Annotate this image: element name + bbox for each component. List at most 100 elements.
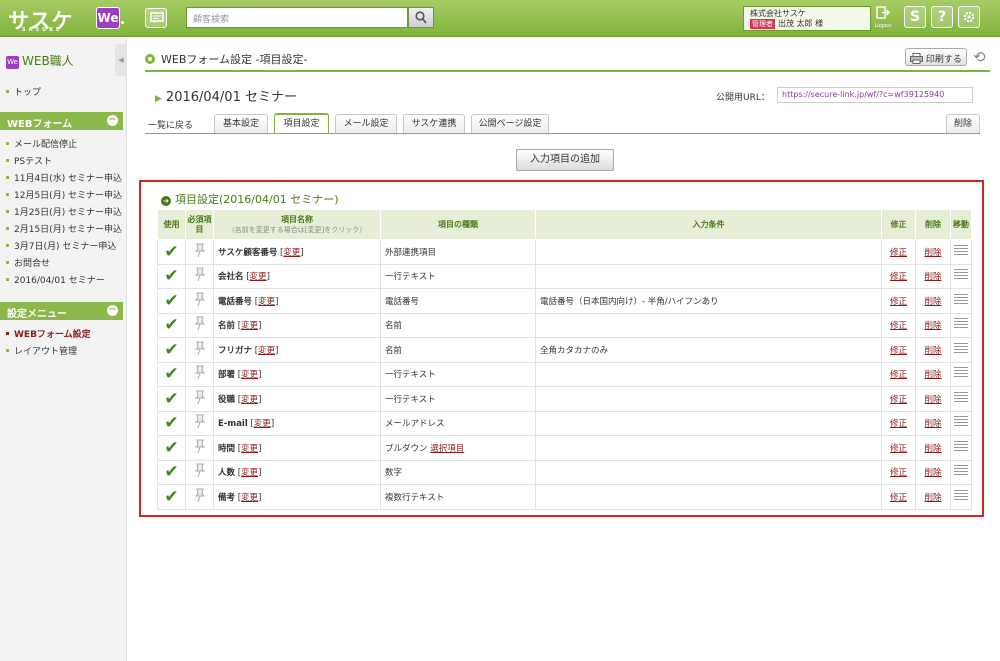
sidebar-collapse-button[interactable]: ◀ [115, 44, 127, 76]
sidebar-item-webform[interactable]: 3月7日(月) セミナー申込 [6, 239, 116, 252]
edit-link[interactable]: 修正 [890, 272, 907, 282]
required-cell[interactable] [185, 459, 214, 485]
delete-link[interactable]: 削除 [924, 395, 941, 405]
customer-search-input[interactable]: 顧客検索 [186, 7, 408, 28]
required-cell[interactable] [185, 410, 214, 436]
move-cell[interactable] [950, 435, 972, 461]
delete-link[interactable]: 削除 [924, 444, 941, 454]
edit-link[interactable]: 修正 [890, 370, 907, 380]
use-cell[interactable]: ✔ [157, 410, 186, 436]
add-item-button[interactable]: 入力項目の追加 [516, 149, 614, 171]
required-cell[interactable] [185, 435, 214, 461]
we-app-badge[interactable]: We [96, 7, 120, 29]
minus-icon[interactable]: − [107, 115, 118, 126]
checkmark-icon[interactable]: ✔ [164, 266, 178, 286]
move-cell[interactable] [950, 239, 972, 265]
required-cell[interactable] [185, 337, 214, 363]
delete-link[interactable]: 削除 [924, 370, 941, 380]
change-name-link[interactable]: 変更 [283, 248, 300, 258]
change-name-link[interactable]: 変更 [241, 321, 258, 331]
message-button[interactable] [145, 8, 167, 28]
sidebar-item-webform[interactable]: 2016/04/01 セミナー [6, 273, 105, 286]
sidebar-heading-settings[interactable]: 設定メニュー − [0, 302, 123, 320]
delete-link[interactable]: 削除 [924, 493, 941, 503]
required-cell[interactable] [185, 263, 214, 289]
sidebar-item-top[interactable]: トップ [6, 85, 41, 98]
change-name-link[interactable]: 変更 [241, 444, 258, 454]
drag-handle-icon[interactable] [954, 489, 968, 501]
required-cell[interactable] [185, 361, 214, 387]
use-cell[interactable]: ✔ [157, 239, 186, 265]
use-cell[interactable]: ✔ [157, 386, 186, 412]
move-cell[interactable] [950, 386, 972, 412]
delete-link[interactable]: 削除 [924, 321, 941, 331]
help-button[interactable]: ? [931, 6, 953, 28]
change-name-link[interactable]: 変更 [241, 468, 258, 478]
delete-link[interactable]: 削除 [924, 272, 941, 282]
checkmark-icon[interactable]: ✔ [164, 340, 178, 360]
use-cell[interactable]: ✔ [157, 312, 186, 338]
use-cell[interactable]: ✔ [157, 459, 186, 485]
change-name-link[interactable]: 変更 [258, 346, 275, 356]
edit-link[interactable]: 修正 [890, 395, 907, 405]
required-cell[interactable] [185, 312, 214, 338]
drag-handle-icon[interactable] [954, 465, 968, 477]
checkmark-icon[interactable]: ✔ [164, 291, 178, 311]
sidebar-item-webform[interactable]: 12月5日(月) セミナー申込 [6, 188, 122, 201]
drag-handle-icon[interactable] [954, 293, 968, 305]
delete-link[interactable]: 削除 [924, 346, 941, 356]
checkmark-icon[interactable]: ✔ [164, 438, 178, 458]
logout-button[interactable]: Logout [873, 6, 893, 31]
checkmark-icon[interactable]: ✔ [164, 389, 178, 409]
sidebar-item-webform[interactable]: 2月15日(月) セミナー申込 [6, 222, 122, 235]
sidebar-item-webform-settings[interactable]: WEBフォーム設定 [6, 327, 91, 340]
change-name-link[interactable]: 変更 [250, 272, 267, 282]
move-cell[interactable] [950, 337, 972, 363]
drag-handle-icon[interactable] [954, 269, 968, 281]
edit-link[interactable]: 修正 [890, 346, 907, 356]
tab-item-settings[interactable]: 項目設定 [274, 113, 329, 133]
edit-link[interactable]: 修正 [890, 444, 907, 454]
required-cell[interactable] [185, 484, 214, 510]
sidebar-item-webform[interactable]: PSテスト [6, 154, 52, 167]
change-name-link[interactable]: 変更 [241, 370, 258, 380]
sidebar-item-webform[interactable]: 1月25日(月) セミナー申込 [6, 205, 122, 218]
delete-link[interactable]: 削除 [924, 248, 941, 258]
tab-public-page-settings[interactable]: 公開ページ設定 [471, 114, 549, 133]
use-cell[interactable]: ✔ [157, 361, 186, 387]
minus-icon[interactable]: − [107, 305, 118, 316]
drag-handle-icon[interactable] [954, 440, 968, 452]
change-name-link[interactable]: 変更 [241, 395, 258, 405]
edit-link[interactable]: 修正 [890, 493, 907, 503]
edit-link[interactable]: 修正 [890, 419, 907, 429]
use-cell[interactable]: ✔ [157, 337, 186, 363]
edit-link[interactable]: 修正 [890, 321, 907, 331]
use-cell[interactable]: ✔ [157, 484, 186, 510]
use-cell[interactable]: ✔ [157, 435, 186, 461]
delete-link[interactable]: 削除 [924, 468, 941, 478]
change-name-link[interactable]: 変更 [258, 297, 275, 307]
drag-handle-icon[interactable] [954, 318, 968, 330]
checkmark-icon[interactable]: ✔ [164, 462, 178, 482]
sidebar-item-layout[interactable]: レイアウト管理 [6, 344, 77, 357]
move-cell[interactable] [950, 484, 972, 510]
drag-handle-icon[interactable] [954, 416, 968, 428]
drag-handle-icon[interactable] [954, 244, 968, 256]
use-cell[interactable]: ✔ [157, 263, 186, 289]
use-cell[interactable]: ✔ [157, 288, 186, 314]
settings-button[interactable] [958, 6, 980, 28]
user-info[interactable]: 株式会社サスケ 管理者 出茂 太郎 様 [743, 6, 871, 31]
select-options-link[interactable]: 選択項目 [430, 444, 464, 454]
sidebar-heading-webforms[interactable]: WEBフォーム − [0, 112, 123, 130]
checkmark-icon[interactable]: ✔ [164, 242, 178, 262]
checkmark-icon[interactable]: ✔ [164, 364, 178, 384]
tab-basic-settings[interactable]: 基本設定 [214, 114, 268, 133]
refresh-icon[interactable]: ⟲ [973, 48, 986, 66]
print-button[interactable]: 印刷する [905, 48, 967, 66]
required-cell[interactable] [185, 239, 214, 265]
move-cell[interactable] [950, 459, 972, 485]
delete-link[interactable]: 削除 [924, 419, 941, 429]
move-cell[interactable] [950, 263, 972, 289]
checkmark-icon[interactable]: ✔ [164, 487, 178, 507]
edit-link[interactable]: 修正 [890, 468, 907, 478]
